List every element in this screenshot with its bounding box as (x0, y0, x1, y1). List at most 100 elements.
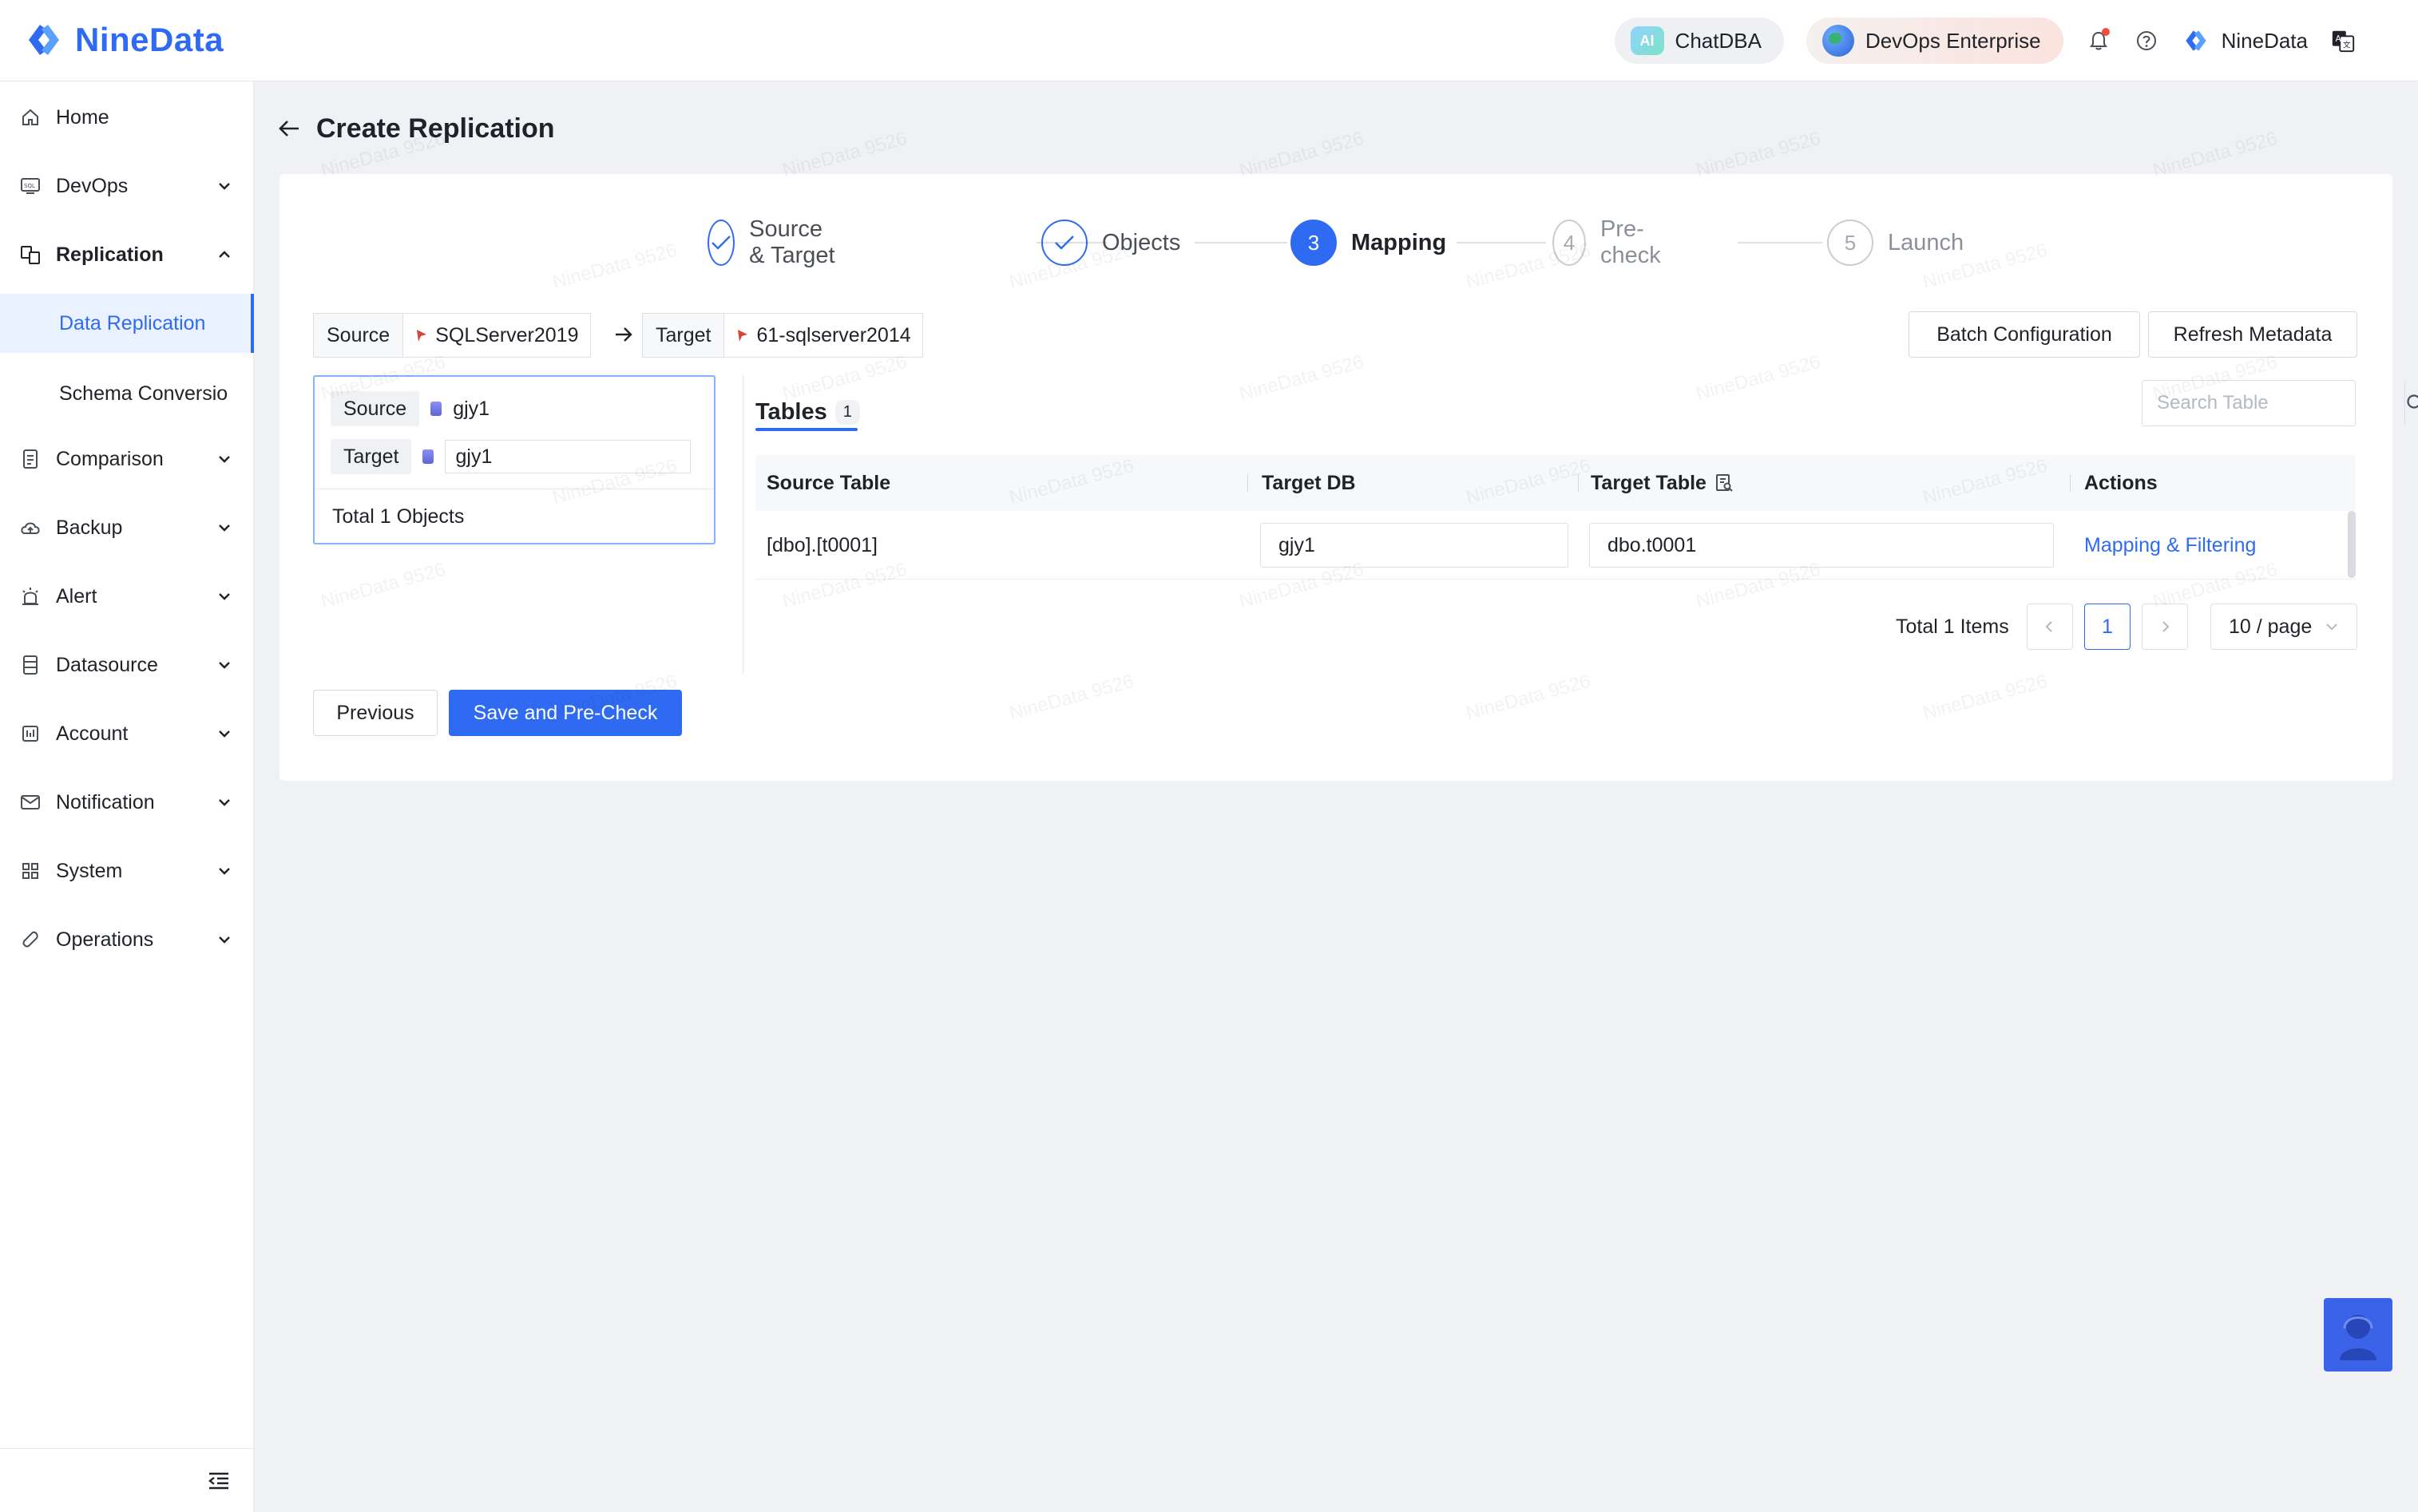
step-mapping[interactable]: 3 Mapping (1290, 217, 1446, 268)
target-table-cell: dbo.t0001 (1589, 511, 2054, 580)
sidebar-item-devops[interactable]: SQL DevOps (0, 158, 254, 214)
sidebar-item-notification[interactable]: Notification (0, 774, 254, 830)
source-name: SQLServer2019 (435, 323, 579, 346)
mapping-filtering-link[interactable]: Mapping & Filtering (2084, 511, 2256, 580)
target-datasource-tag: Target 61-sqlserver2014 (642, 313, 923, 358)
svg-text:SQL: SQL (24, 183, 35, 189)
devops-enterprise-button[interactable]: DevOps Enterprise (1806, 18, 2063, 64)
search-table-input[interactable] (2143, 381, 2404, 425)
sidebar-item-home[interactable]: Home (0, 89, 254, 145)
collapse-sidebar-icon[interactable] (206, 1468, 232, 1494)
chevron-down-icon (219, 799, 230, 806)
column-target-table-label: Target Table (1591, 471, 1706, 494)
page-button-current[interactable]: 1 (2084, 604, 2131, 650)
step-source-target[interactable]: Source & Target (708, 216, 842, 268)
grid-icon (19, 860, 42, 882)
sidebar-item-system[interactable]: System (0, 843, 254, 899)
sidebar-item-schema-conversion[interactable]: Schema Conversio (0, 364, 254, 423)
target-db-value: gjy1 (1278, 533, 1315, 556)
sidebar-item-datasource[interactable]: Datasource (0, 637, 254, 693)
tab-label: Tables (755, 398, 827, 425)
edit-name-rule-icon[interactable] (1714, 473, 1734, 493)
sidebar-item-label: Replication (56, 243, 164, 266)
step-label: Pre-check (1599, 216, 1661, 268)
user-menu[interactable]: NineData (2182, 26, 2308, 55)
chevron-down-icon (219, 868, 230, 875)
column-target-table: Target Table (1591, 455, 1734, 511)
source-table-cell: [dbo].[t0001] (767, 533, 878, 556)
column-target-db: Target DB (1262, 471, 1356, 494)
account-icon (19, 722, 42, 745)
globe-icon (1821, 25, 1854, 57)
help-icon[interactable] (2134, 28, 2159, 53)
target-table-input[interactable]: dbo.t0001 (1589, 523, 2054, 568)
object-list-panel[interactable]: Source gjy1 Target gjy1 Total 1 Objects (313, 375, 715, 544)
sidebar-item-label: Notification (56, 790, 155, 813)
refresh-metadata-button[interactable]: Refresh Metadata (2148, 311, 2357, 358)
chevron-right-icon (2162, 621, 2170, 632)
sidebar-item-account[interactable]: Account (0, 706, 254, 762)
svg-text:A: A (2336, 34, 2341, 44)
pagination-total: Total 1 Items (1896, 615, 2009, 638)
unread-dot (2101, 28, 2110, 36)
sqlserver-icon (738, 330, 748, 342)
language-switch-icon[interactable]: A文 (2330, 28, 2356, 53)
step-label: Objects (1102, 229, 1181, 255)
object-target-key: Target (331, 439, 412, 474)
step-connector (1457, 242, 1546, 243)
user-name: NineData (2221, 28, 2308, 53)
database-icon (422, 449, 434, 464)
database-icon (430, 402, 442, 416)
chevron-down-icon (219, 730, 230, 738)
step-label: Mapping (1351, 229, 1447, 255)
table-scrollbar[interactable] (2348, 511, 2356, 578)
previous-button[interactable]: Previous (313, 690, 438, 736)
next-page-button[interactable] (2142, 604, 2188, 650)
sqlserver-icon (417, 330, 427, 342)
logo[interactable]: NineData (22, 16, 224, 64)
chevron-left-icon (2045, 621, 2052, 632)
replication-icon (19, 243, 42, 266)
column-separator (2070, 474, 2071, 492)
step-number: 4 (1552, 220, 1586, 266)
step-objects[interactable]: Objects (1041, 217, 1180, 268)
sidebar-item-replication[interactable]: Replication (0, 227, 254, 283)
chevron-down-icon (219, 593, 230, 600)
target-db-value: gjy1 (455, 445, 493, 468)
column-source-table: Source Table (767, 471, 891, 494)
sidebar: Home SQL DevOps Replication Data Replica… (0, 81, 254, 1512)
devops-enterprise-label: DevOps Enterprise (1865, 28, 2041, 53)
mail-icon (19, 791, 42, 813)
sidebar-item-label: Alert (56, 584, 97, 608)
prev-page-button[interactable] (2027, 604, 2073, 650)
ai-icon: AI (1630, 26, 1664, 55)
tab-count-badge: 1 (834, 399, 860, 425)
user-avatar-icon (2185, 30, 2206, 51)
step-connector (1738, 242, 1822, 243)
check-icon (708, 220, 735, 266)
backup-icon (19, 517, 42, 539)
back-arrow-icon[interactable] (276, 116, 302, 141)
save-and-precheck-button[interactable]: Save and Pre-Check (449, 690, 682, 736)
support-assistant-button[interactable] (2324, 1298, 2392, 1371)
sidebar-item-label: Backup (56, 516, 123, 539)
chevron-down-icon (219, 183, 230, 190)
sidebar-item-comparison[interactable]: Comparison (0, 431, 254, 487)
batch-configuration-button[interactable]: Batch Configuration (1909, 311, 2140, 358)
target-db-field[interactable]: gjy1 (445, 440, 692, 473)
chatdba-button[interactable]: AI ChatDBA (1614, 18, 1784, 64)
chatdba-label: ChatDBA (1675, 28, 1762, 53)
sidebar-footer (0, 1448, 254, 1512)
notification-bell-icon[interactable] (2086, 28, 2111, 53)
column-actions: Actions (2084, 471, 2158, 494)
comparison-icon (19, 448, 42, 470)
sidebar-item-data-replication[interactable]: Data Replication (0, 294, 254, 353)
step-launch: 5 Launch (1827, 217, 1964, 268)
support-agent-icon (2340, 1315, 2376, 1360)
sidebar-item-backup[interactable]: Backup (0, 500, 254, 556)
sidebar-item-operations[interactable]: Operations (0, 912, 254, 968)
search-icon[interactable] (2404, 381, 2418, 425)
page-size-select[interactable]: 10 / page (2210, 604, 2357, 650)
target-db-input[interactable]: gjy1 (1260, 523, 1568, 568)
sidebar-item-alert[interactable]: Alert (0, 568, 254, 624)
